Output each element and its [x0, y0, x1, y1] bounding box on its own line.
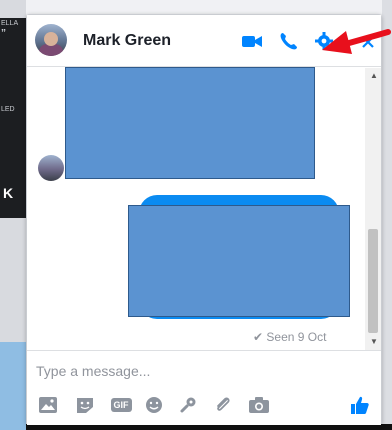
redacted-message-received — [65, 67, 315, 179]
background-blue-block — [0, 342, 26, 430]
background-quote: ” — [1, 28, 6, 39]
camera-icon[interactable] — [248, 395, 270, 415]
gif-icon[interactable]: GIF — [108, 395, 134, 415]
games-icon[interactable] — [177, 395, 199, 415]
contact-avatar[interactable] — [35, 24, 67, 56]
phone-icon[interactable] — [278, 31, 300, 51]
seen-status: ✔ Seen 9 Oct — [253, 330, 327, 344]
background-letter: K — [3, 185, 14, 201]
contact-avatar-small — [38, 155, 64, 181]
sticker-icon[interactable] — [74, 395, 96, 415]
background-dark-panel: ELLA ” LED K — [0, 18, 26, 218]
scrollbar-thumb[interactable] — [368, 229, 378, 333]
message-input[interactable] — [36, 363, 336, 379]
gif-label: GIF — [110, 398, 132, 412]
like-icon[interactable] — [349, 395, 371, 415]
photo-icon[interactable] — [37, 395, 59, 415]
background-right-strip — [382, 0, 392, 430]
attachment-icon[interactable] — [212, 395, 234, 415]
contact-name[interactable]: Mark Green — [83, 32, 171, 50]
background-page-top — [26, 0, 392, 14]
message-composer: GIF — [27, 350, 381, 425]
emoji-icon[interactable] — [143, 395, 165, 415]
scroll-down-icon[interactable]: ▼ — [370, 337, 378, 346]
background-text-mid: LED — [1, 106, 15, 113]
background-text: ELLA — [1, 20, 19, 27]
video-camera-icon[interactable] — [241, 31, 263, 51]
redacted-message-sent — [128, 205, 350, 317]
scroll-up-icon[interactable]: ▲ — [370, 71, 378, 80]
annotation-arrow-icon — [322, 29, 391, 54]
chat-window: Mark Green ✔ Seen 9 Oct ▲ ▼ Type a messa… — [26, 14, 382, 425]
